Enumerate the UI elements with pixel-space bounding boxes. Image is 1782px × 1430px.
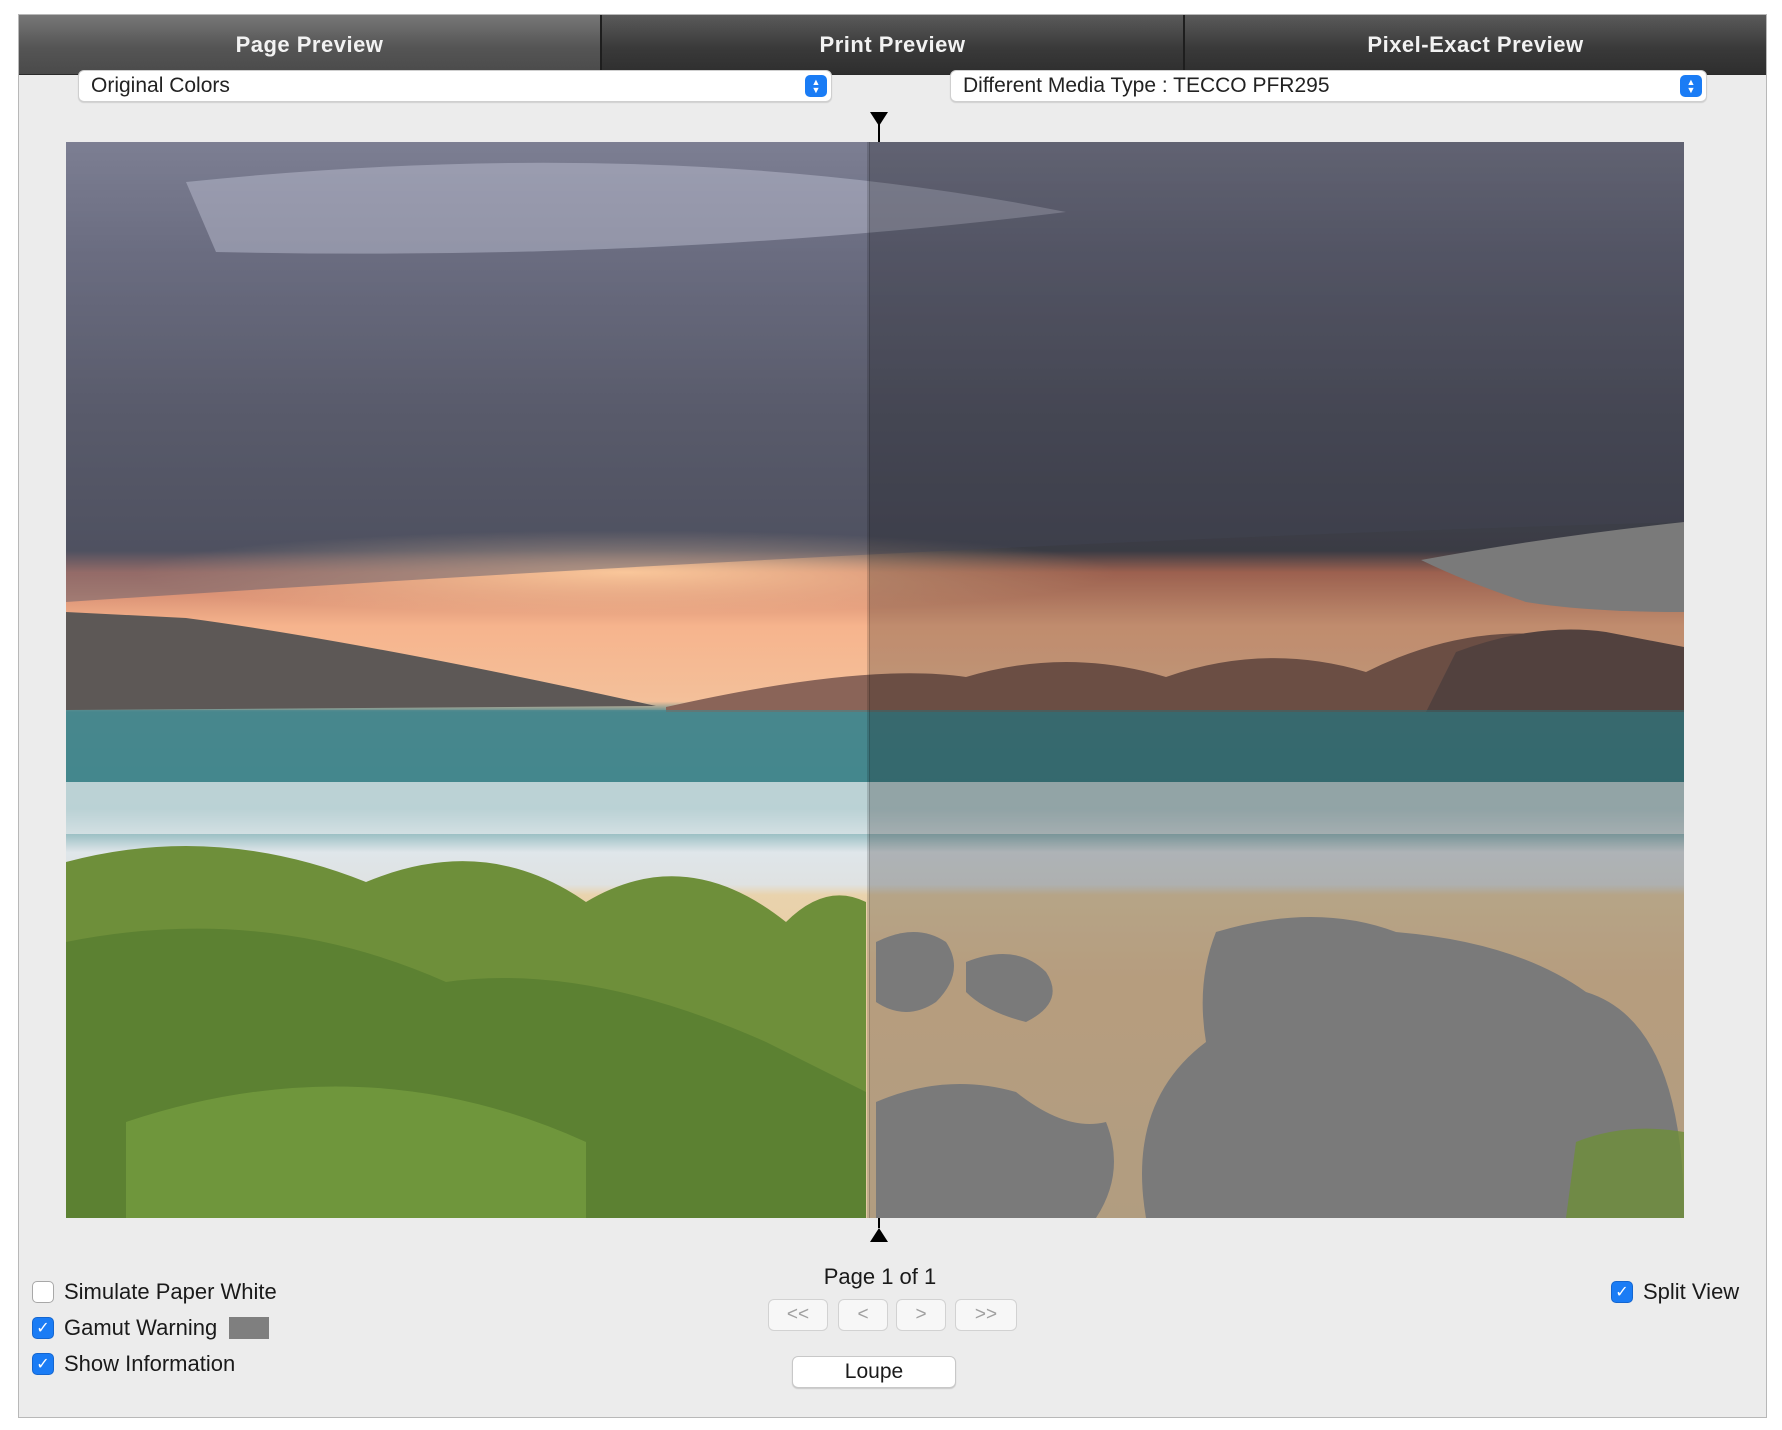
split-handle-top-stem [878, 124, 880, 142]
checkmark-icon: ✓ [32, 1353, 54, 1375]
previous-page-button[interactable]: < [838, 1299, 888, 1331]
gamut-warning-color-swatch[interactable] [229, 1317, 270, 1339]
last-page-button[interactable]: >> [955, 1299, 1017, 1331]
checkmark-icon: ✓ [32, 1317, 54, 1339]
tab-print-preview[interactable]: Print Preview [602, 15, 1185, 74]
left-color-select[interactable]: Original Colors ▲ ▼ [78, 70, 832, 102]
split-view-checkbox[interactable]: ✓ Split View [1611, 1279, 1739, 1305]
right-select-value: Different Media Type : TECCO PFR295 [963, 74, 1330, 97]
select-arrows-icon: ▲ ▼ [805, 75, 827, 97]
split-handle-bottom-icon[interactable] [870, 1228, 888, 1242]
page-indicator: Page 1 of 1 [823, 1264, 937, 1289]
right-media-select[interactable]: Different Media Type : TECCO PFR295 ▲ ▼ [950, 70, 1707, 102]
first-page-button[interactable]: << [768, 1299, 828, 1331]
tab-page-preview[interactable]: Page Preview [19, 15, 602, 74]
loupe-button[interactable]: Loupe [792, 1356, 956, 1388]
split-view-label: Split View [1643, 1279, 1740, 1304]
left-select-value: Original Colors [91, 74, 230, 97]
checkbox-unchecked-icon [32, 1281, 54, 1303]
split-handle-bottom-stem [878, 1218, 880, 1228]
show-information-label: Show Information [64, 1351, 236, 1376]
gamut-warning-checkbox[interactable]: ✓ Gamut Warning [32, 1315, 270, 1341]
image-preview[interactable] [66, 142, 1684, 1218]
simulate-paper-white-label: Simulate Paper White [64, 1279, 277, 1304]
next-page-button[interactable]: > [896, 1299, 946, 1331]
gamut-warning-label: Gamut Warning [64, 1315, 218, 1340]
gamut-right-half [869, 142, 1684, 1218]
preview-mode-tabs: Page Preview Print Preview Pixel-Exact P… [19, 15, 1766, 75]
checkmark-icon: ✓ [1611, 1281, 1633, 1303]
tab-pixel-exact-preview[interactable]: Pixel-Exact Preview [1185, 15, 1766, 74]
show-information-checkbox[interactable]: ✓ Show Information [32, 1351, 235, 1377]
select-arrows-icon: ▲ ▼ [1680, 75, 1702, 97]
simulate-paper-white-checkbox[interactable]: Simulate Paper White [32, 1279, 277, 1305]
